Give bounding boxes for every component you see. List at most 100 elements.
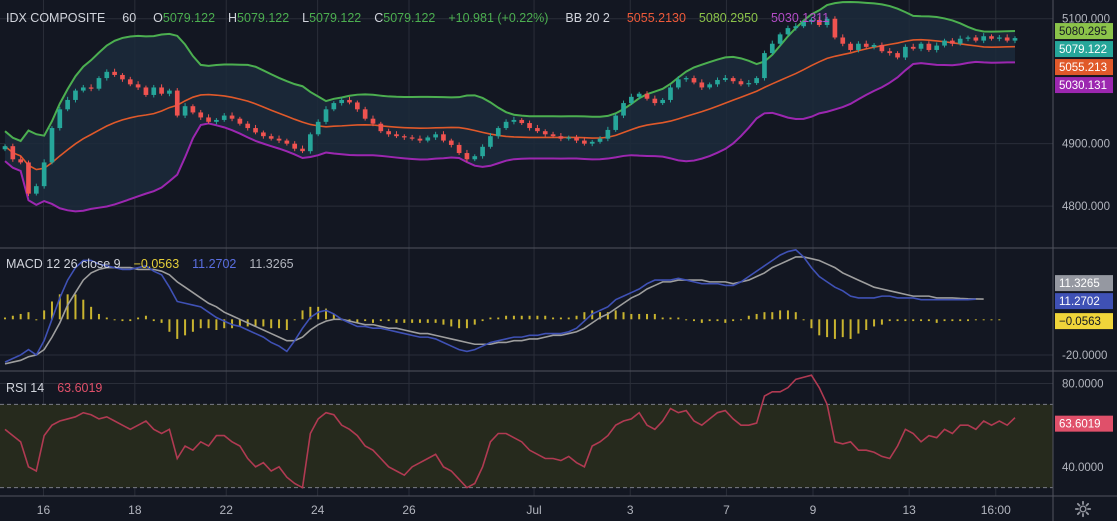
rsi-tick-label: 40.0000 (1062, 462, 1104, 474)
candle[interactable] (174, 88, 180, 118)
candle-body (722, 78, 728, 80)
macd-histogram-bar (27, 312, 30, 320)
candle[interactable] (26, 160, 31, 197)
rsi-label[interactable]: RSI 14 (6, 381, 44, 395)
macd-histogram-bar (904, 319, 907, 322)
tag-macd-line-text: 11.2702 (1059, 296, 1100, 308)
candle[interactable] (762, 50, 767, 81)
gear-icon[interactable] (1074, 500, 1092, 518)
macd-hist-value: −0.0563 (133, 257, 180, 271)
candle[interactable] (613, 113, 619, 132)
macd-histogram-bar (700, 319, 703, 323)
macd-histogram-bar (724, 319, 727, 323)
candle-body (597, 138, 603, 142)
macd-histogram-bar (841, 319, 844, 338)
interval-label[interactable]: 60 (122, 11, 136, 25)
candle[interactable] (96, 76, 102, 91)
candle-body (96, 78, 102, 89)
macd-histogram-bar (403, 319, 406, 323)
time-tick-label: 16:00 (981, 503, 1011, 517)
candle[interactable] (308, 132, 313, 154)
candle-body (652, 98, 658, 104)
candle-body (856, 43, 861, 50)
bb-label[interactable]: BB 20 2 (565, 11, 609, 25)
macd-label[interactable]: MACD 12 26 close 9 (6, 257, 121, 271)
candle-body (143, 87, 149, 95)
candle-body (832, 18, 838, 38)
candle-body (668, 87, 673, 100)
candle-body (41, 162, 47, 187)
macd-tick-label: -20.0000 (1062, 350, 1107, 362)
candle-body (331, 103, 337, 110)
tag-macd-hist: −0.0563 (1055, 313, 1113, 330)
candle-body (10, 146, 16, 160)
candle-body (495, 128, 501, 137)
time-tick-label: 16 (37, 503, 51, 517)
candle-body (214, 119, 219, 122)
time-tick-label: 26 (402, 503, 416, 517)
candle-body (80, 87, 86, 91)
candle-body (903, 46, 908, 58)
candle-body (409, 137, 415, 139)
macd-histogram-bar (692, 319, 695, 322)
macd-histogram-bar (113, 319, 116, 321)
macd-histogram-bar (771, 312, 774, 320)
time-tick-label: 7 (723, 503, 730, 517)
candle-body (441, 134, 446, 141)
macd-legend[interactable]: MACD 12 26 close 9 −0.0563 11.2702 11.32… (6, 257, 294, 271)
candle[interactable] (57, 106, 63, 131)
candle-body (448, 140, 454, 145)
candle-body (206, 117, 211, 122)
macd-histogram-bar (990, 319, 993, 321)
macd-histogram-bar (896, 319, 899, 322)
open-label: O (153, 11, 163, 25)
candle-body (347, 99, 352, 103)
macd-histogram-bar (489, 317, 492, 320)
candle-body (957, 38, 963, 44)
candle-body (308, 134, 313, 152)
candle-body (871, 44, 877, 47)
macd-histogram-bar (152, 319, 155, 322)
candle-body (660, 99, 666, 104)
macd-histogram-bar (82, 299, 85, 320)
candle-body (535, 128, 540, 132)
candle[interactable] (832, 16, 838, 40)
candle-body (401, 136, 407, 138)
candle-body (934, 45, 940, 50)
candle[interactable] (41, 159, 47, 189)
candle-body (965, 37, 971, 39)
main-legend[interactable]: IDX COMPOSITE 60 O5079.122 H5079.122 L50… (6, 11, 829, 25)
tag-rsi-text: 63.6019 (1059, 419, 1101, 431)
candle-body (315, 121, 321, 135)
macd-histogram-bar (849, 319, 852, 339)
close-label: C (374, 11, 384, 25)
candle[interactable] (668, 84, 673, 103)
candle[interactable] (49, 126, 55, 165)
macd-histogram-bar (583, 312, 586, 320)
macd-histogram-bar (669, 317, 672, 320)
macd-histogram-bar (622, 312, 625, 320)
candle[interactable] (621, 100, 626, 119)
macd-histogram-bar (199, 319, 202, 329)
macd-histogram-bar (708, 319, 711, 322)
macd-histogram-bar (215, 319, 218, 330)
macd-histogram-bar (207, 319, 210, 329)
candle[interactable] (10, 143, 16, 162)
candle[interactable] (315, 119, 321, 137)
macd-histogram-bar (559, 317, 562, 320)
macd-histogram-bar (278, 319, 281, 329)
candle-body (26, 162, 31, 194)
symbol-name[interactable]: IDX COMPOSITE (6, 11, 105, 25)
macd-histogram-bar (716, 319, 719, 322)
macd-histogram-bar (927, 319, 930, 322)
macd-histogram-bar (184, 319, 187, 336)
macd-histogram-bar (512, 315, 515, 320)
macd-histogram-bar (481, 319, 484, 322)
candle-body (754, 78, 759, 84)
bb-lower-value: 5030.1311 (770, 11, 830, 25)
candle-body (503, 121, 509, 129)
macd-histogram-bar (379, 319, 382, 322)
rsi-legend[interactable]: RSI 14 63.6019 (6, 381, 102, 395)
price-tick-label: 4900.000 (1062, 139, 1110, 151)
macd-histogram-bar (105, 317, 108, 320)
